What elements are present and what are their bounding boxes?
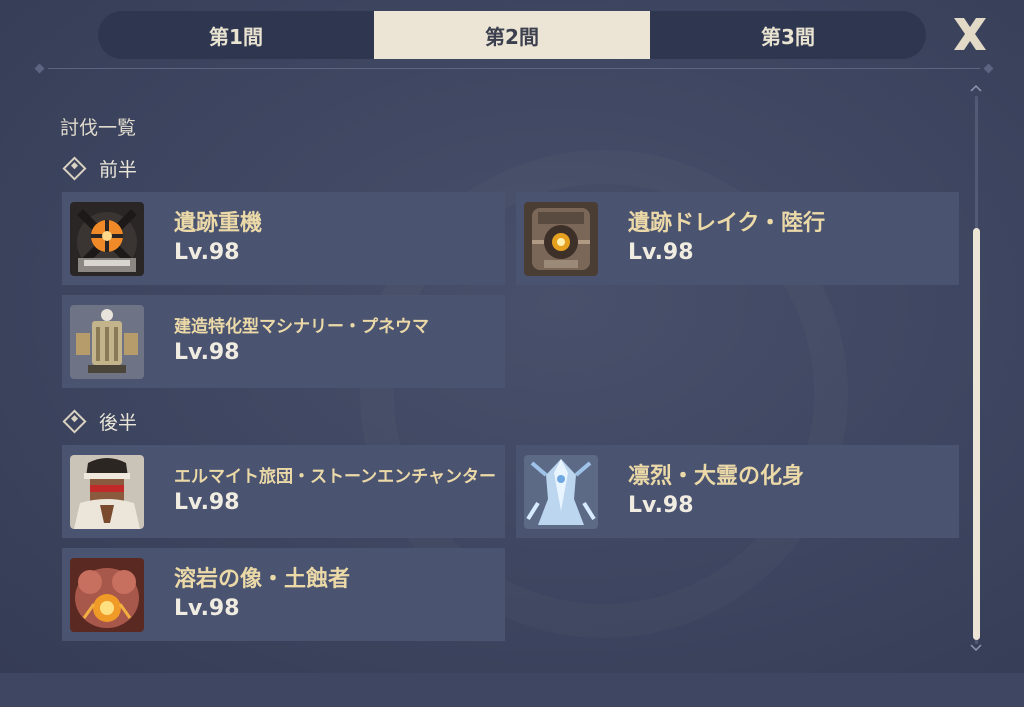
close-button[interactable] <box>950 14 990 54</box>
frost-spirit-avatar-icon <box>524 454 598 529</box>
section-first-half: 前半 <box>62 155 137 182</box>
enemy-level: Lv.98 <box>174 489 240 515</box>
enemy-card[interactable]: 凛烈・大霊の化身 Lv.98 <box>516 445 959 538</box>
enemy-name: 凛烈・大霊の化身 <box>628 463 805 489</box>
tab-chamber-1[interactable]: 第1間 <box>98 11 374 59</box>
diamond-bullet-icon <box>62 409 87 434</box>
section-second-half: 後半 <box>62 408 137 435</box>
eremite-stone-enchanter-icon <box>70 454 144 529</box>
floor-tab-bar: 第1間 第2間 第3間 <box>98 11 926 59</box>
header-divider <box>34 63 994 74</box>
scroll-down-arrow-icon[interactable] <box>970 644 982 652</box>
enemy-card[interactable]: 溶岩の像・土蝕者 Lv.98 <box>62 548 505 641</box>
diamond-bullet-icon <box>62 156 87 181</box>
ruin-grader-icon <box>70 201 144 276</box>
enemy-level: Lv.98 <box>174 239 240 265</box>
enemy-card[interactable]: 建造特化型マシナリー・プネウマ Lv.98 <box>62 295 505 388</box>
enemy-level: Lv.98 <box>174 339 240 365</box>
enemy-name: 遺跡ドレイク・陸行 <box>628 210 826 236</box>
enemy-list-title: 討伐一覧 <box>60 117 137 139</box>
enemy-card[interactable]: 遺跡重機 Lv.98 <box>62 192 505 285</box>
enemy-name: 建造特化型マシナリー・プネウマ <box>174 316 429 337</box>
enemy-level: Lv.98 <box>174 595 240 621</box>
enemy-level: Lv.98 <box>628 239 694 265</box>
enemy-card[interactable]: エルマイト旅団・ストーンエンチャンター Lv.98 <box>62 445 505 538</box>
close-x-icon <box>954 18 986 50</box>
enemy-name: エルマイト旅団・ストーンエンチャンター <box>174 466 496 487</box>
enemy-level: Lv.98 <box>628 492 694 518</box>
section-label: 前半 <box>99 159 138 181</box>
enemy-name: 遺跡重機 <box>174 210 263 236</box>
enemy-name: 溶岩の像・土蝕者 <box>174 566 351 592</box>
construction-machinery-icon <box>70 304 144 379</box>
ruin-drake-earthguard-icon <box>524 201 598 276</box>
scrollbar-thumb[interactable] <box>973 228 980 640</box>
enemy-card[interactable]: 遺跡ドレイク・陸行 Lv.98 <box>516 192 959 285</box>
tab-chamber-2[interactable]: 第2間 <box>374 11 650 59</box>
scroll-up-arrow-icon[interactable] <box>970 84 982 92</box>
tab-chamber-3[interactable]: 第3間 <box>650 11 926 59</box>
section-label: 後半 <box>99 412 138 434</box>
lava-statue-icon <box>70 557 144 632</box>
